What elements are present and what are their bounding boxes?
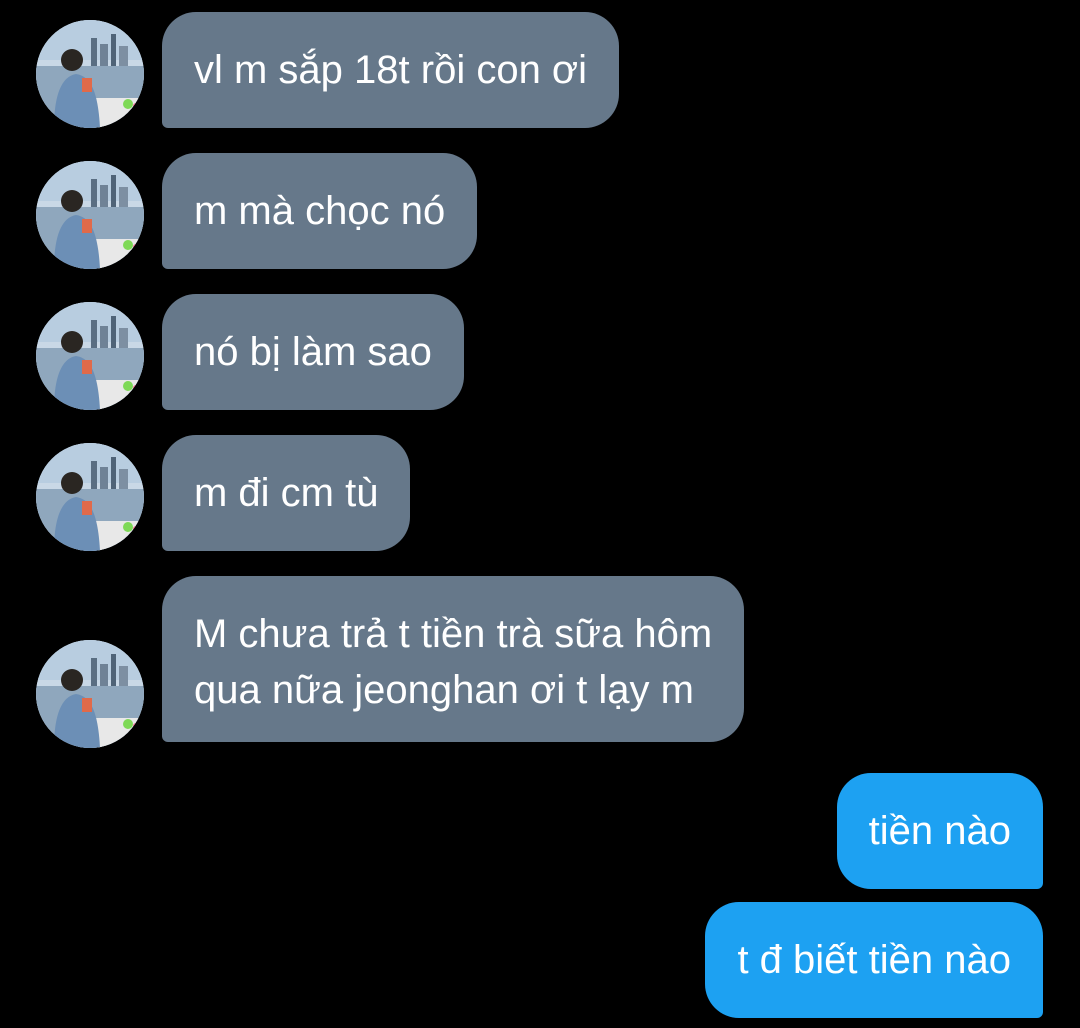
avatar-photo-icon [36, 20, 144, 128]
incoming-message-bubble[interactable]: m mà chọc nó [162, 153, 478, 269]
avatar-photo-icon [36, 302, 144, 410]
incoming-message-bubble[interactable]: vl m sắp 18t rồi con ơi [162, 12, 620, 128]
incoming-message-bubble[interactable]: nó bị làm sao [162, 294, 464, 410]
outgoing-message-bubble[interactable]: tiền nào [836, 773, 1043, 889]
message-text: t đ biết tiền nào [737, 938, 1011, 982]
avatar-photo-icon [36, 161, 144, 269]
sender-avatar[interactable] [36, 161, 144, 269]
message-text-line: M chưa trả t tiền trà sữa hôm [194, 612, 713, 656]
sender-avatar[interactable] [36, 443, 144, 551]
message-text: m mà chọc nó [194, 189, 446, 233]
sender-avatar[interactable] [36, 640, 144, 748]
outgoing-message-bubble[interactable]: t đ biết tiền nào [705, 902, 1043, 1018]
message-text: tiền nào [868, 809, 1011, 853]
message-text: m đi cm tù [194, 471, 379, 515]
avatar-photo-icon [36, 443, 144, 551]
incoming-message-bubble[interactable]: M chưa trả t tiền trà sữa hôm qua nữa je… [162, 576, 745, 742]
avatar-photo-icon [36, 640, 144, 748]
message-text-line: qua nữa jeonghan ơi t lạy m [194, 668, 694, 712]
sender-avatar[interactable] [36, 20, 144, 128]
message-text: nó bị làm sao [194, 330, 432, 374]
message-text: vl m sắp 18t rồi con ơi [194, 48, 588, 92]
incoming-message-bubble[interactable]: m đi cm tù [162, 435, 411, 551]
sender-avatar[interactable] [36, 302, 144, 410]
